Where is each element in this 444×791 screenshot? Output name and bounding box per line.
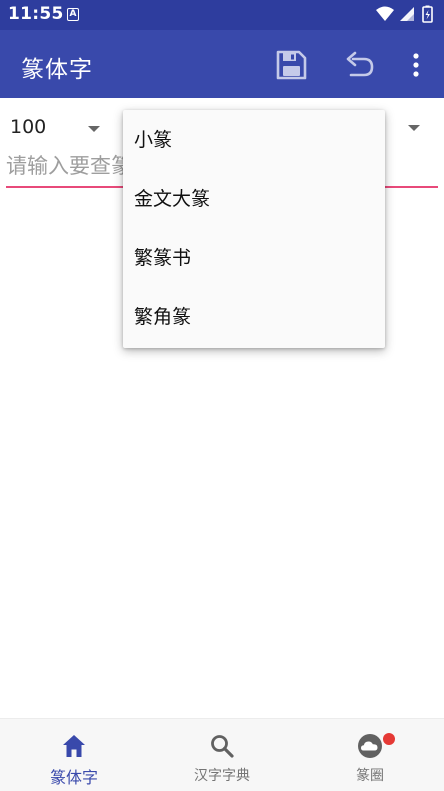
more-options-button[interactable] — [400, 48, 432, 82]
dropdown-item-fan-jiaozhuan[interactable]: 繁角篆 — [123, 288, 385, 347]
battery-icon — [422, 5, 433, 23]
undo-button[interactable] — [343, 48, 377, 82]
notification-badge — [383, 733, 395, 745]
more-vert-icon — [413, 53, 419, 77]
save-icon — [276, 50, 307, 80]
bottom-navigation: 篆体字 汉字字典 篆圈 — [0, 718, 444, 791]
dropdown-item-fan-zhuanshu[interactable]: 繁篆书 — [123, 229, 385, 288]
nav-item-hanzi-zidian[interactable]: 汉字字典 — [148, 719, 296, 791]
nav-label: 篆圈 — [356, 768, 384, 784]
dropdown-item-xiaozhuan[interactable]: 小篆 — [123, 111, 385, 170]
dropdown-arrow-icon — [88, 126, 100, 132]
notification-a-icon: A — [67, 8, 79, 21]
font-style-dropdown: 小篆 金文大篆 繁篆书 繁角篆 — [123, 110, 385, 348]
font-size-spinner[interactable]: 100 — [10, 116, 110, 144]
save-button[interactable] — [274, 48, 308, 82]
app-bar: 篆体字 — [0, 30, 444, 98]
undo-icon — [346, 51, 374, 77]
wifi-icon — [376, 6, 394, 21]
nav-item-zhuantizi[interactable]: 篆体字 — [0, 719, 148, 791]
dropdown-item-jinwen-dazhuan[interactable]: 金文大篆 — [123, 170, 385, 229]
nav-label: 汉字字典 — [194, 768, 250, 784]
status-icons — [376, 5, 438, 25]
nav-item-zhuanquan[interactable]: 篆圈 — [296, 719, 444, 791]
font-style-dropdown-arrow-icon[interactable] — [408, 125, 420, 131]
status-bar: 11:55 A — [0, 0, 444, 30]
status-time: 11:55 — [8, 4, 64, 24]
signal-icon — [400, 7, 414, 21]
cloud-icon — [358, 734, 382, 758]
search-icon — [211, 735, 234, 758]
font-size-value: 100 — [10, 116, 47, 138]
nav-label: 篆体字 — [49, 768, 98, 787]
home-icon — [63, 735, 85, 757]
app-title: 篆体字 — [21, 57, 93, 83]
